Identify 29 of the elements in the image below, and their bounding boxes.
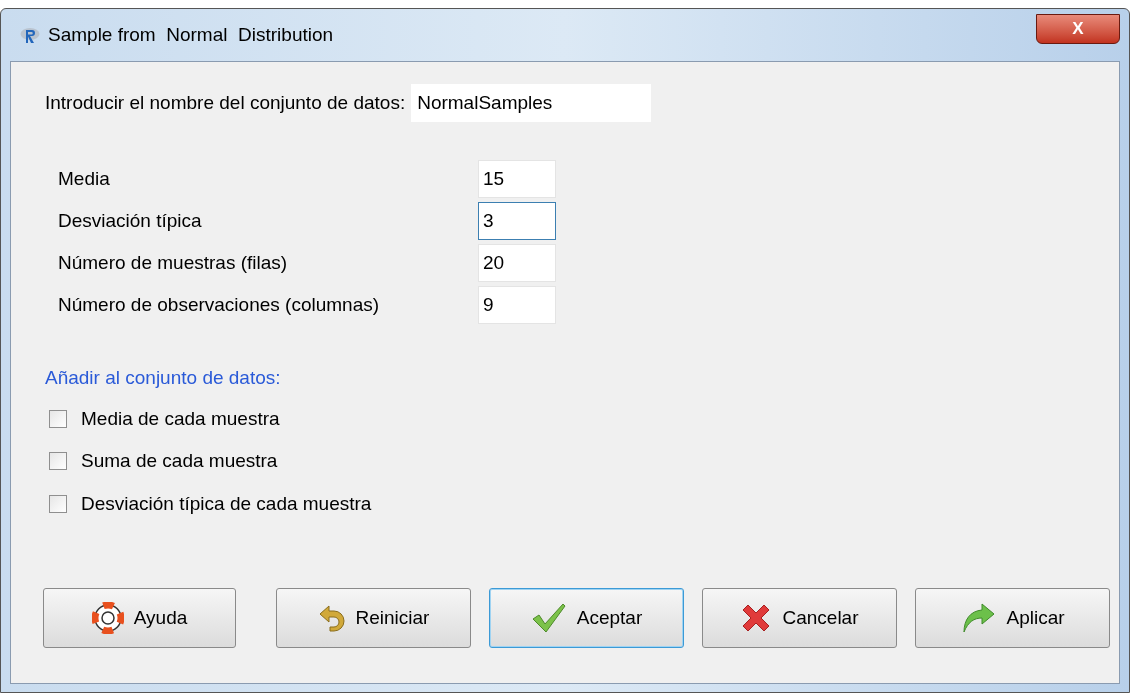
checkmark-icon [530,602,567,634]
close-button[interactable]: X [1036,14,1120,44]
checkbox-label: Suma de cada muestra [81,449,278,473]
parameter-field[interactable]: 9 [478,286,556,324]
parameter-field[interactable]: 15 [478,160,556,198]
window-title: Sample from Normal Distribution [48,22,334,47]
parameter-field[interactable]: 20 [478,244,556,282]
parameter-label: Media [58,166,111,191]
dialog-button[interactable]: Reiniciar [276,588,471,648]
dataset-name-label: Introducir el nombre del conjunto de datos: [45,90,406,115]
dialog-button[interactable]: Cancelar [702,588,897,648]
dialog-button[interactable]: Aceptar [489,588,684,648]
dataset-name-field[interactable]: NormalSamples [411,84,652,122]
section-heading: Añadir al conjunto de datos: [45,366,282,390]
checkbox[interactable] [49,452,67,471]
undo-arrow-icon [317,603,346,633]
checkbox-label: Media de cada muestra [81,406,280,431]
lifebuoy-icon [91,602,124,634]
parameter-label: Número de muestras (filas) [58,250,289,275]
logo-icon [20,26,40,44]
dialog-button[interactable]: Aplicar [915,588,1110,648]
parameter-label: Número de observaciones (columnas) [58,292,381,317]
checkbox[interactable] [49,494,67,513]
parameter-label: Desviación típica [58,208,203,233]
parameter-field[interactable]: 3 [478,202,556,240]
checkbox-label: Desviación típica de cada muestra [81,491,372,516]
checkbox[interactable] [49,409,67,428]
dialog-button[interactable]: Ayuda [43,588,236,648]
redo-arrow-icon [960,602,997,634]
